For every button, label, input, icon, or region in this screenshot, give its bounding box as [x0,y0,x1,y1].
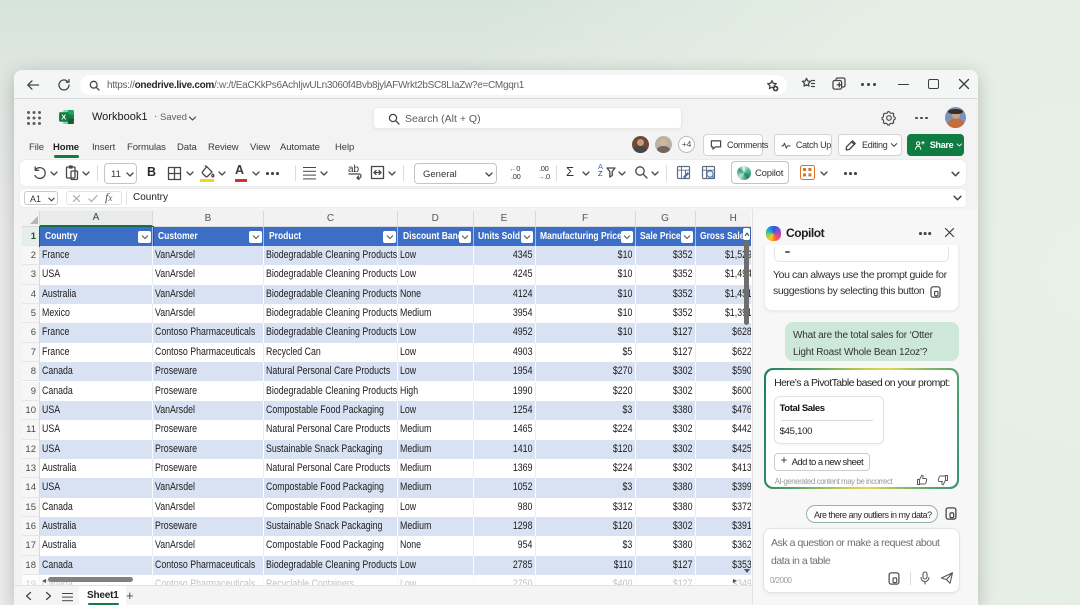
svg-text:X: X [61,113,66,122]
